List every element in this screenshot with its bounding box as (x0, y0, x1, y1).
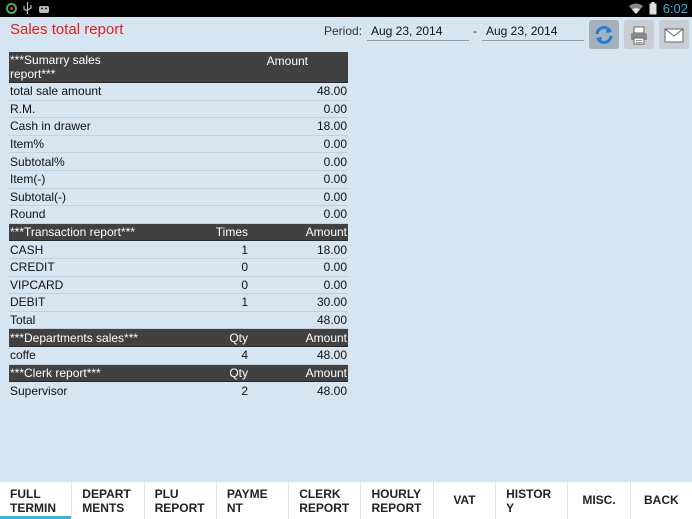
departments-header-qty: Qty (229, 330, 248, 345)
row-label: Cash in drawer (10, 119, 91, 134)
row-label: CASH (10, 242, 44, 257)
period-label: Period: (324, 24, 363, 38)
print-icon (631, 26, 647, 44)
mail-button[interactable] (659, 20, 689, 49)
row-times: 1 (241, 242, 248, 257)
row-label: Item(-) (10, 172, 46, 187)
clerk-header-label: ***Clerk report*** (10, 365, 101, 380)
row-amount: 0.00 (323, 207, 347, 222)
row-times: 1 (241, 295, 248, 310)
table-row: CASH 1 18.00 (9, 241, 348, 259)
row-amount: 0.00 (323, 189, 347, 204)
table-row: Total 48.00 (9, 312, 348, 330)
row-label: Subtotal(-) (10, 189, 67, 204)
row-label: Supervisor (10, 383, 68, 398)
row-label: Total (10, 313, 36, 328)
tab-clerk-report[interactable]: CLERK REPORT (289, 482, 362, 519)
row-label: Item% (10, 137, 45, 152)
row-amount: 0.00 (323, 277, 347, 292)
clerk-header-amount: Amount (305, 365, 347, 380)
status-time: 6:02 (662, 1, 688, 16)
print-button[interactable] (624, 20, 654, 49)
transaction-header-amount: Amount (305, 225, 347, 240)
table-row: Cash in drawer 18.00 (9, 118, 348, 136)
row-label: VIPCARD (10, 277, 64, 292)
app-notification-icon (6, 2, 17, 14)
table-row: Supervisor 2 48.00 (9, 382, 348, 400)
table-row: DEBIT 1 30.00 (9, 294, 348, 312)
refresh-icon (595, 25, 613, 44)
page-title: Sales total report (10, 21, 124, 38)
table-row: Item(-) 0.00 (9, 171, 348, 189)
row-label: Subtotal% (10, 154, 65, 169)
date-from-field[interactable]: Aug 23, 2014 (367, 22, 469, 41)
row-label: DEBIT (10, 295, 46, 310)
departments-header-amount: Amount (305, 330, 347, 345)
row-label: Round (10, 207, 46, 222)
row-amount: 48.00 (316, 348, 347, 363)
clerk-header-qty: Qty (229, 365, 248, 380)
row-label: total sale amount (10, 84, 102, 99)
table-row: Subtotal(-) 0.00 (9, 189, 348, 207)
status-bar: 6:02 (0, 0, 692, 17)
bottom-tab-bar: FULL TERMIN DEPART MENTS PLU REPORT PAYME NT… (0, 482, 692, 519)
table-row: Item% 0.00 (9, 136, 348, 154)
table-row: CREDIT 0 0.00 (9, 259, 348, 277)
tab-misc[interactable]: MISC. (568, 482, 631, 519)
row-amount: 0.00 (323, 137, 347, 152)
clerk-header-row: ***Clerk report*** Qty Amount (9, 364, 348, 383)
row-amount: 18.00 (316, 242, 347, 257)
mail-icon (664, 28, 684, 42)
usb-icon (23, 2, 32, 14)
row-qty: 2 (241, 383, 248, 398)
tab-vat[interactable]: VAT (434, 482, 497, 519)
row-amount: 0.00 (323, 101, 347, 116)
transaction-header-label: ***Transaction report*** (10, 225, 135, 240)
date-to-field[interactable]: Aug 23, 2014 (482, 22, 584, 41)
table-row: VIPCARD 0 0.00 (9, 277, 348, 295)
tab-back[interactable]: BACK (631, 482, 692, 519)
summary-header-amount: Amount (266, 54, 308, 68)
row-label: R.M. (10, 101, 36, 116)
android-debug-icon (39, 6, 49, 13)
row-times: 0 (241, 277, 248, 292)
date-separator: - (473, 24, 477, 38)
transaction-header-row: ***Transaction report*** Times Amount (9, 223, 348, 242)
tab-full-terminal[interactable]: FULL TERMIN (0, 482, 73, 519)
row-amount: 0.00 (323, 172, 347, 187)
summary-rows: total sale amount 48.00 R.M. 0.00 Cash in … (9, 83, 348, 224)
row-amount: 0.00 (323, 154, 347, 169)
table-row: Round 0.00 (9, 206, 348, 224)
row-amount: 48.00 (316, 383, 347, 398)
row-qty: 4 (241, 348, 248, 363)
tab-history[interactable]: HISTOR Y (496, 482, 569, 519)
summary-header-row: ***Sumarry sales report*** Amount (9, 52, 348, 83)
transaction-header-times: Times (215, 225, 248, 240)
row-label: coffe (10, 348, 36, 363)
table-row: total sale amount 48.00 (9, 83, 348, 101)
departments-header-label: ***Departments sales*** (10, 330, 139, 345)
tab-payment[interactable]: PAYME NT (217, 482, 290, 519)
row-amount: 48.00 (316, 313, 347, 328)
row-amount: 30.00 (316, 295, 347, 310)
summary-header-label: ***Sumarry sales report*** (10, 53, 101, 81)
table-row: coffe 4 48.00 (9, 347, 348, 365)
tab-departments[interactable]: DEPART MENTS (72, 482, 145, 519)
tab-hourly-report[interactable]: HOURLY REPORT (361, 482, 434, 519)
wifi-icon (628, 3, 643, 14)
row-amount: 18.00 (316, 119, 347, 134)
row-times: 0 (241, 260, 248, 275)
row-amount: 48.00 (316, 84, 347, 99)
tab-plu-report[interactable]: PLU REPORT (145, 482, 217, 519)
table-row: R.M. 0.00 (9, 101, 348, 119)
battery-icon (649, 2, 657, 15)
row-label: CREDIT (10, 260, 55, 275)
departments-header-row: ***Departments sales*** Qty Amount (9, 329, 348, 347)
refresh-button[interactable] (589, 20, 619, 49)
table-row: Subtotal% 0.00 (9, 153, 348, 171)
report-table: ***Sumarry sales report*** Amount total … (9, 52, 348, 400)
row-amount: 0.00 (323, 260, 347, 275)
